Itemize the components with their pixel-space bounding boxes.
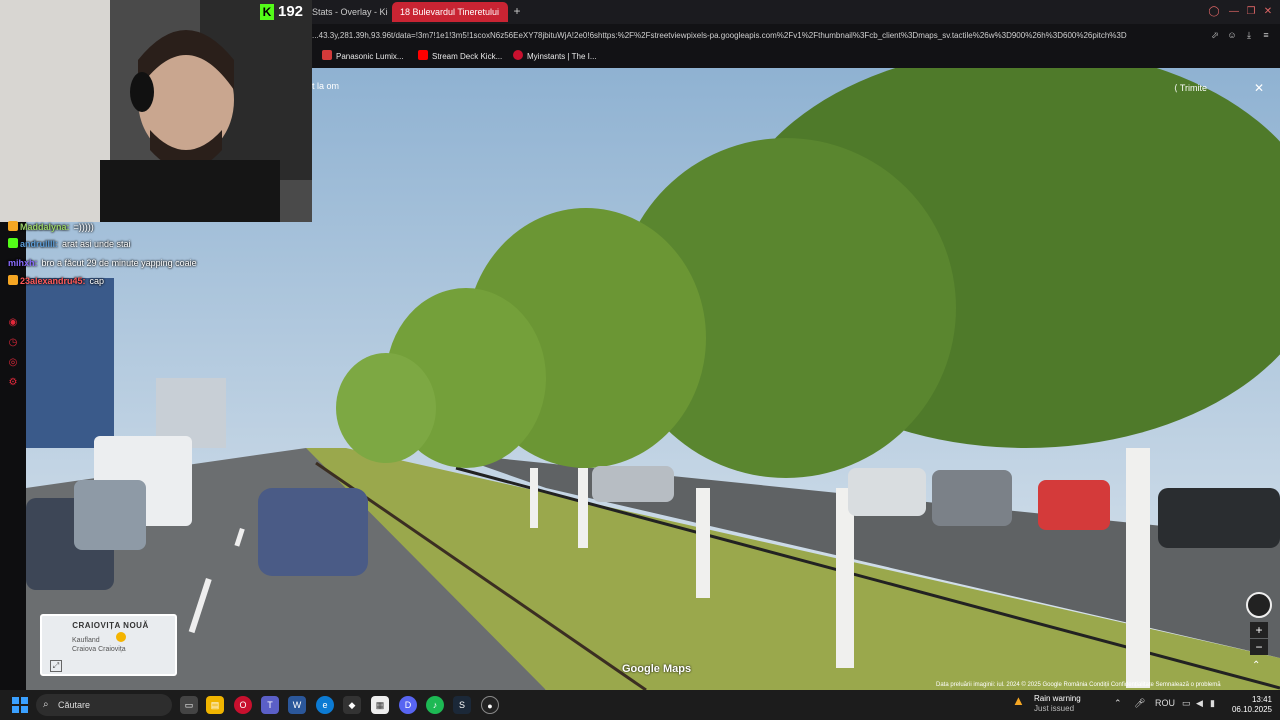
bookmark-label: Myinstants | The I...	[527, 52, 597, 61]
bookmark-item[interactable]: Panasonic Lumix...	[322, 50, 404, 64]
chat-username: 23alexandru45:	[20, 276, 86, 286]
bookmark-favicon-icon	[322, 50, 332, 60]
myinstants-icon	[513, 50, 523, 60]
chat-message: andrullll: arat asi unde stai	[8, 236, 131, 252]
volume-icon[interactable]: ◀	[1196, 698, 1203, 709]
discord-icon[interactable]: D	[399, 696, 417, 714]
share-label: Trimite	[1179, 83, 1208, 93]
viewer-count: 192	[278, 3, 304, 20]
kick-logo-icon: K	[260, 4, 274, 20]
expand-icon[interactable]: ⤢	[50, 660, 62, 672]
chat-message: Maddalyna: =)))))	[8, 219, 94, 235]
google-maps-watermark: Google Maps	[622, 663, 692, 675]
chat-badge-icon	[8, 275, 18, 285]
edge-icon[interactable]: e	[316, 696, 334, 714]
minimize-icon[interactable]: —	[1226, 5, 1242, 19]
search-icon: ⌕	[43, 699, 49, 710]
task-view-icon[interactable]: ▭	[180, 696, 198, 714]
warning-icon: ▲	[1012, 693, 1025, 708]
bookmark-label: Panasonic Lumix...	[336, 52, 404, 61]
menu-icon[interactable]: ≡	[1259, 29, 1273, 41]
battery-icon[interactable]: ▮	[1210, 698, 1215, 709]
microphone-icon[interactable]: 🎤︎	[1134, 698, 1145, 709]
plus-icon[interactable]: +	[510, 4, 524, 18]
tray-expand-icon[interactable]: ⌃	[1114, 698, 1122, 709]
imagery-attribution: Data preluării imaginii: iul. 2024 © 202…	[936, 682, 1221, 688]
location-title-fragment: t la om	[312, 81, 340, 91]
opera-gx-icon[interactable]: O	[234, 696, 252, 714]
minimap-place-craiova: Craiova Craiovița	[72, 646, 126, 653]
clock-date: 06.10.2025	[1231, 705, 1272, 714]
tab-street-view[interactable]: 18 Bulevardul Tineretului	[392, 2, 508, 22]
clock-time: 13:41	[1251, 695, 1272, 704]
expand-up-icon[interactable]: ⌃	[1252, 660, 1260, 671]
history-icon[interactable]: ◷	[6, 336, 20, 350]
word-icon[interactable]: W	[288, 696, 306, 714]
compass-icon[interactable]	[1246, 592, 1272, 618]
viewer-count-badge: K 192	[260, 3, 303, 21]
bookmark-item[interactable]: Stream Deck Kick...	[418, 50, 502, 64]
bookmark-item[interactable]: Myinstants | The I...	[513, 50, 597, 64]
share-icon[interactable]: ⬀	[1208, 29, 1222, 41]
language-indicator[interactable]: ROU	[1155, 698, 1175, 708]
chat-username: mihxh:	[8, 258, 38, 268]
record-icon[interactable]: ◉	[6, 316, 20, 330]
teams-icon[interactable]: T	[261, 696, 279, 714]
search-placeholder: Căutare	[58, 700, 91, 710]
zoom-out-button[interactable]: −	[1250, 639, 1268, 655]
bookmark-label: Stream Deck Kick...	[432, 52, 503, 61]
taskbar-search[interactable]: ⌕ Căutare	[36, 694, 172, 716]
close-window-icon[interactable]: ✕	[1260, 5, 1276, 19]
spotify-icon[interactable]: ♪	[426, 696, 444, 714]
chat-icon[interactable]: ◎	[6, 356, 20, 370]
tab-stats-overlay[interactable]: Stats - Overlay - Kic	[304, 2, 388, 22]
network-icon[interactable]: ▭	[1182, 698, 1191, 709]
pegman-icon	[116, 632, 126, 642]
profile-icon[interactable]: ☺	[1225, 29, 1239, 41]
chat-text: bro a făcut 29 de minute yapping coaie	[41, 258, 197, 268]
zoom-in-button[interactable]: +	[1250, 622, 1268, 638]
youtube-icon	[418, 50, 428, 60]
minimap-district-label: CRAIOVIȚA NOUĂ	[72, 621, 149, 630]
chat-username: andrullll:	[20, 239, 58, 249]
chat-badge-icon	[8, 221, 18, 231]
chat-text: =)))))	[73, 222, 94, 232]
url-field[interactable]: ...43.3y,281.39h,93.96t/data=!3m7!1e1!3m…	[312, 29, 1202, 42]
taskbar: ⌕ Căutare ▭ ▤ O T W e ◆ ▦ D ♪ S ● ▲ Rain …	[0, 690, 1280, 720]
clock[interactable]: 13:41 06.10.2025	[1226, 695, 1272, 715]
chat-message: 23alexandru45: cap	[8, 273, 104, 289]
settings-icon[interactable]: ⚙	[6, 376, 20, 390]
download-icon[interactable]: ⤓	[1242, 29, 1256, 41]
chat-badge-icon	[8, 238, 18, 248]
chat-text: cap	[89, 276, 105, 286]
chat-username: Maddalyna:	[20, 222, 70, 232]
maximize-icon[interactable]: ❐	[1243, 5, 1259, 19]
store-icon[interactable]: ▦	[371, 696, 389, 714]
steam-icon[interactable]: S	[453, 696, 471, 714]
unity-icon[interactable]: ◆	[343, 696, 361, 714]
windows-start-icon[interactable]	[12, 697, 28, 713]
chat-message: mihxh: bro a făcut 29 de minute yapping c…	[8, 255, 197, 271]
weather-widget[interactable]: ▲ Rain warning Just issued	[1012, 694, 1081, 716]
left-rail: ◉ ◷ ◎ ⚙	[0, 220, 26, 690]
search-icon[interactable]: ◯	[1206, 5, 1222, 19]
obs-icon[interactable]: ●	[481, 696, 499, 714]
close-icon[interactable]: ✕	[1250, 79, 1268, 97]
chat-text: arat asi unde stai	[62, 239, 131, 249]
minimap[interactable]: CRAIOVIȚA NOUĂ Kaufland Craiova Craioviț…	[40, 614, 177, 676]
webcam-feed: K 192	[0, 0, 312, 222]
file-explorer-icon[interactable]: ▤	[206, 696, 224, 714]
share-button[interactable]: ⟨ Trimite	[1174, 79, 1207, 97]
